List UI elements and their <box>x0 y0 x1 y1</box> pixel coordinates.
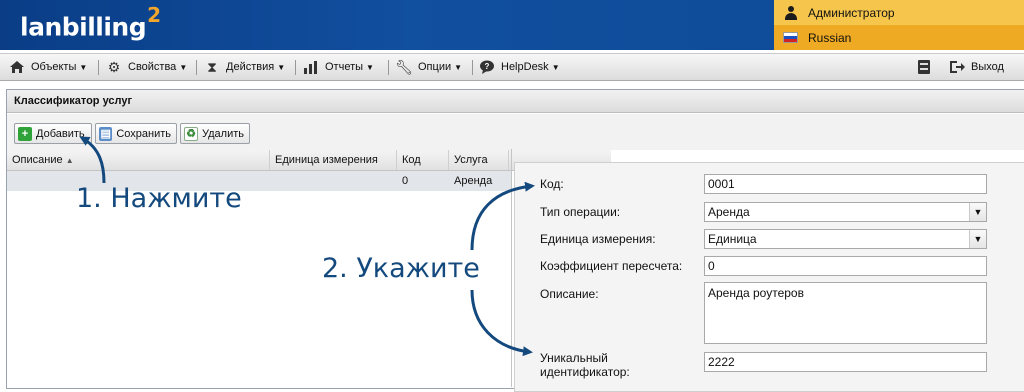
arrow-to-uid-field <box>470 289 533 357</box>
arrow-to-add-button <box>79 136 106 184</box>
annotation-arrows <box>79 136 535 357</box>
arrow-to-code-field <box>470 181 535 251</box>
